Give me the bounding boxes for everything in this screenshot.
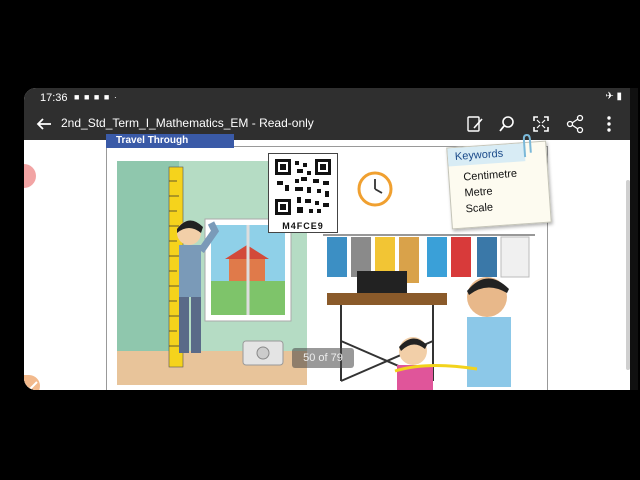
- document-title: 2nd_Std_Term_I_Mathematics_EM - Read-onl…: [61, 116, 314, 130]
- document-page: Travel Through M4FCE9 Keywords Centimetr…: [24, 133, 630, 390]
- pen-icon: [27, 381, 38, 390]
- status-right-icons: ✈ ▮: [605, 91, 622, 102]
- back-arrow-icon: [36, 118, 51, 130]
- status-bar: 17:36 ■ ■ ■ ■ · ✈ ▮: [24, 88, 630, 108]
- search-button[interactable]: [496, 113, 518, 135]
- battery-icon: ▮: [616, 91, 622, 102]
- app-window: 17:36 ■ ■ ■ ■ · ✈ ▮ 2nd_Std_Term_I_Mathe…: [24, 88, 630, 390]
- back-button[interactable]: [32, 112, 56, 136]
- wall-clock-icon: [357, 171, 393, 207]
- edge-panel-handle[interactable]: [24, 164, 36, 188]
- qr-code-label: M4FCE9: [282, 221, 324, 231]
- edit-button[interactable]: [464, 113, 486, 135]
- more-options-button[interactable]: [598, 113, 620, 135]
- dot-icon: ·: [113, 92, 118, 102]
- device-edge: [630, 88, 638, 390]
- edit-icon: [467, 116, 483, 132]
- share-button[interactable]: [564, 113, 586, 135]
- shield-icon: ■: [93, 92, 101, 102]
- fullscreen-icon: [533, 116, 549, 132]
- airplane-icon: ✈: [605, 91, 614, 102]
- notification-icons: ■ ■ ■ ■ ·: [74, 92, 118, 102]
- qr-code-icon: [273, 157, 333, 217]
- paper-clip-icon: [522, 133, 532, 158]
- keywords-card: Keywords Centimetre Metre Scale: [446, 133, 552, 230]
- page-indicator: 50 of 79: [292, 348, 354, 368]
- video-icon: ■: [74, 92, 81, 102]
- share-icon: [566, 114, 584, 134]
- pen-tool-handle[interactable]: [24, 375, 40, 390]
- keyword-metre: Metre: [464, 185, 493, 200]
- travel-through-banner: Travel Through: [106, 134, 234, 148]
- document-viewport[interactable]: Travel Through M4FCE9 Keywords Centimetr…: [24, 133, 630, 390]
- keyword-centimetre: Centimetre: [462, 167, 518, 184]
- fullscreen-button[interactable]: [530, 113, 552, 135]
- keywords-title: Keywords: [447, 143, 526, 167]
- keyword-scale: Scale: [465, 201, 494, 216]
- search-icon: [499, 116, 514, 132]
- lock-icon: ■: [83, 92, 91, 102]
- qr-code-box[interactable]: M4FCE9: [268, 153, 338, 233]
- app-icon: ■: [103, 92, 111, 102]
- status-time: 17:36: [40, 92, 68, 104]
- more-vertical-icon: [607, 116, 611, 132]
